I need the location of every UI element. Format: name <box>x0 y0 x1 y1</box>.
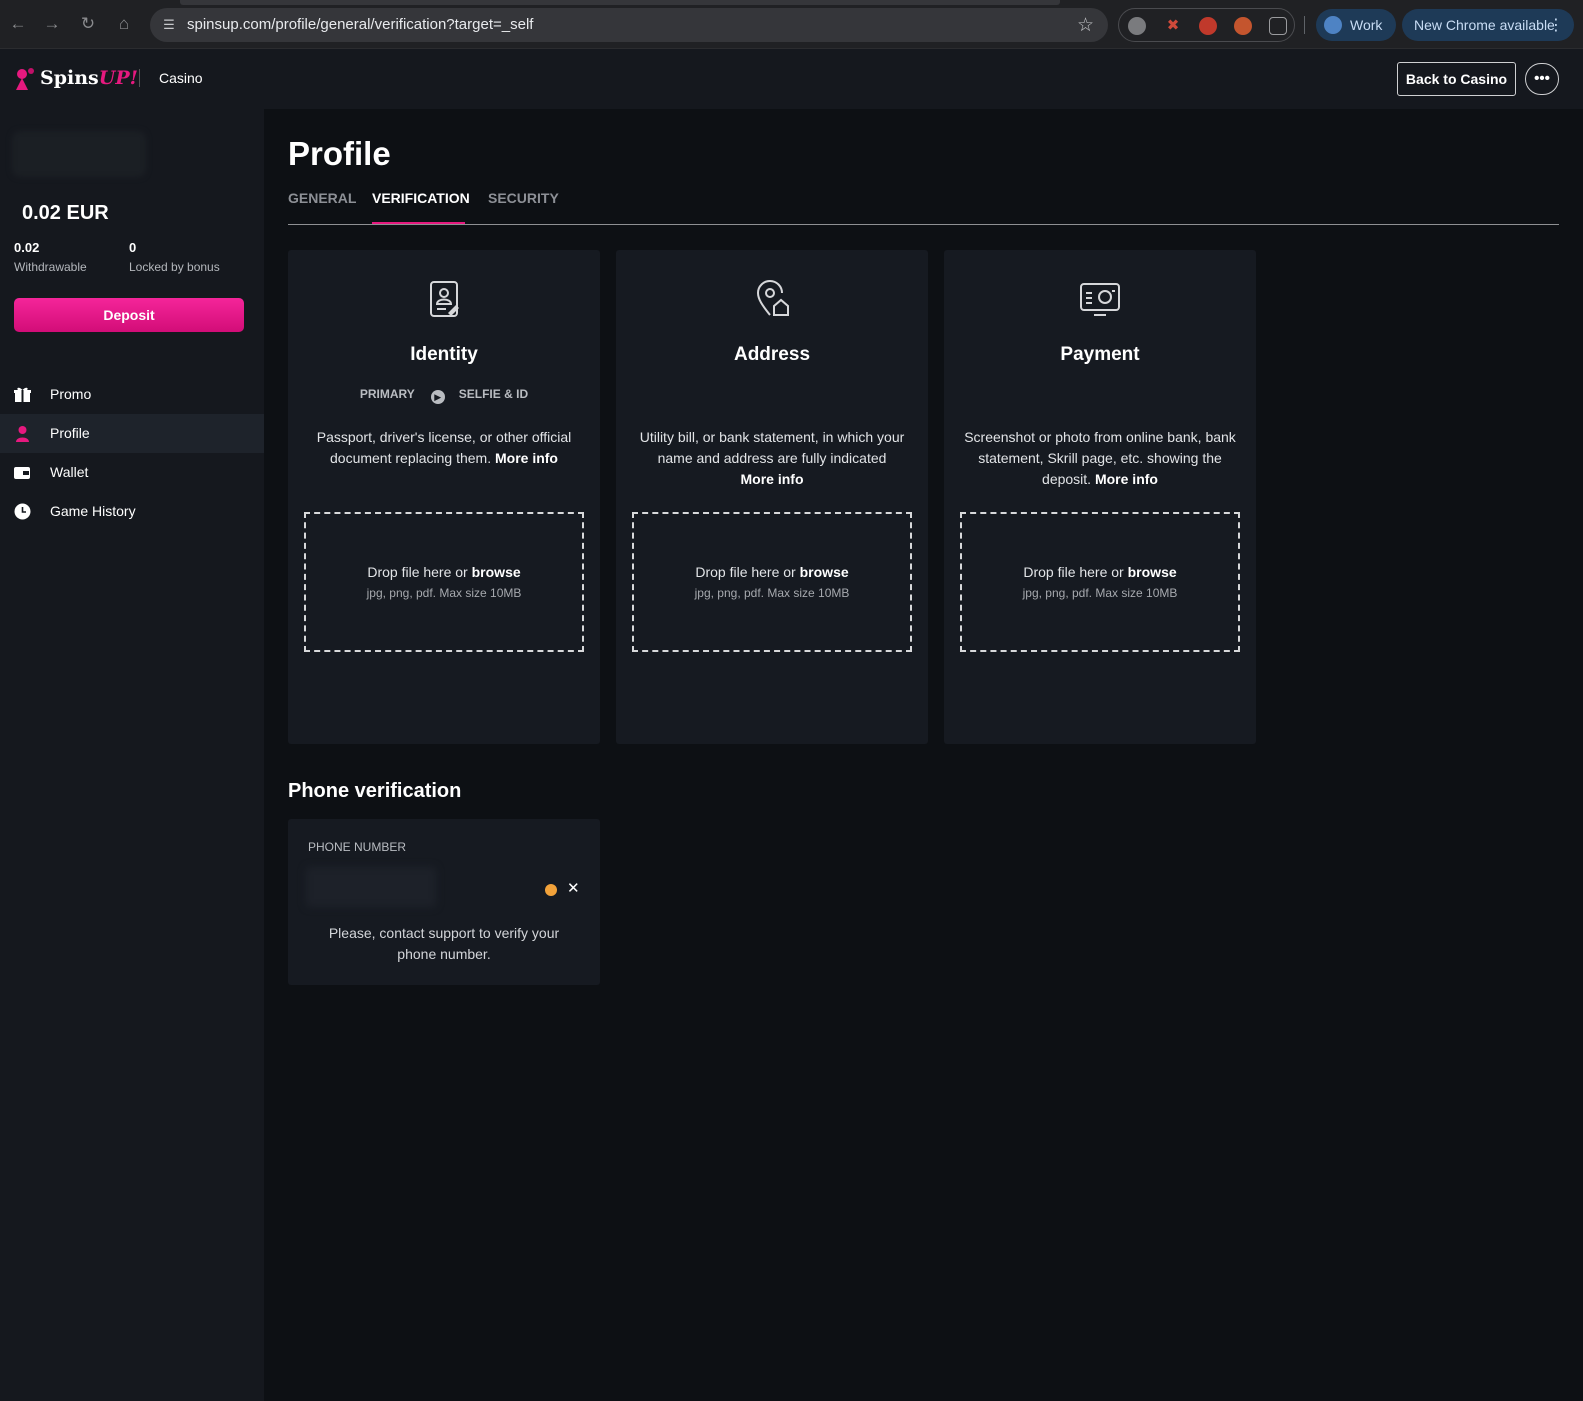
tab-security[interactable]: SECURITY <box>488 190 559 206</box>
site-settings-icon[interactable]: ☰ <box>159 15 179 35</box>
toolbar-separator <box>1304 16 1305 34</box>
extension-1-icon[interactable] <box>1128 17 1146 35</box>
identity-card: Identity PRIMARY ▶ SELFIE & ID Passport, d… <box>288 250 600 744</box>
page-title: Profile <box>288 135 391 172</box>
dropzone-text: Drop file here or browse <box>367 564 521 580</box>
locked-label: Locked by bonus <box>129 260 220 274</box>
dropzone-formats: jpg, png, pdf. Max size 10MB <box>366 586 522 600</box>
arrow-right-icon: ▶ <box>430 390 445 404</box>
locked-block: 0 Locked by bonus <box>129 240 220 274</box>
site-header: SpinsUP! Casino Back to Casino ••• <box>0 49 1583 109</box>
clock-icon <box>14 503 31 520</box>
more-info-link[interactable]: More info <box>741 471 804 487</box>
user-icon <box>16 426 29 442</box>
locked-value: 0 <box>129 240 137 255</box>
tabs-divider <box>288 224 1559 225</box>
payment-screen-icon <box>1080 283 1120 316</box>
deposit-button[interactable]: Deposit <box>14 298 244 332</box>
card-description: Passport, driver's license, or other off… <box>316 429 572 466</box>
phone-number-label: PHONE NUMBER <box>308 840 407 854</box>
tab-general[interactable]: GENERAL <box>288 190 356 206</box>
browse-link[interactable]: browse <box>800 564 849 580</box>
balance-total: 0.02 EUR <box>22 202 109 224</box>
sidebar-item-label: Wallet <box>50 464 89 480</box>
extensions-bar: ✖ <box>1118 8 1295 42</box>
back-icon[interactable]: ← <box>8 14 28 34</box>
identity-file-dropzone[interactable]: Drop file here or browse jpg, png, pdf. … <box>304 512 584 652</box>
pending-clock-icon <box>545 884 557 896</box>
location-home-icon <box>756 280 789 316</box>
withdrawable-label: Withdrawable <box>14 260 87 274</box>
avatar <box>1324 16 1342 34</box>
payment-file-dropzone[interactable]: Drop file here or browse jpg, png, pdf. … <box>960 512 1240 652</box>
close-icon[interactable]: ✕ <box>567 879 580 897</box>
extensions-icon[interactable] <box>1269 17 1287 35</box>
profile-name: Work <box>1350 17 1383 33</box>
sidebar: 0.02 EUR 0.02 Withdrawable 0 Locked by b… <box>0 109 264 1401</box>
sidebar-item-promo[interactable]: Promo <box>0 375 264 414</box>
back-to-casino-button[interactable]: Back to Casino <box>1397 62 1516 96</box>
casino-link[interactable]: Casino <box>159 70 203 86</box>
header-divider <box>139 69 140 87</box>
sidebar-item-label: Game History <box>50 503 136 519</box>
bookmark-star-icon[interactable]: ☆ <box>1077 14 1094 37</box>
browse-link[interactable]: browse <box>472 564 521 580</box>
identity-steps: PRIMARY ▶ SELFIE & ID <box>288 387 600 404</box>
sidebar-item-wallet[interactable]: Wallet <box>0 453 264 492</box>
phone-verification-card: PHONE NUMBER ✕ Please, contact support t… <box>288 819 600 985</box>
address-bar[interactable]: ☰ spinsup.com/profile/general/verificati… <box>150 8 1108 42</box>
more-info-link[interactable]: More info <box>495 450 558 466</box>
step-selfie-id: SELFIE & ID <box>458 387 529 401</box>
phone-verification-title: Phone verification <box>288 780 462 802</box>
dropzone-formats: jpg, png, pdf. Max size 10MB <box>694 586 850 600</box>
tab-strip-remnant <box>180 0 1060 5</box>
tab-verification[interactable]: VERIFICATION <box>372 190 470 206</box>
step-primary: PRIMARY <box>359 387 415 401</box>
brand-logo[interactable]: SpinsUP! <box>12 63 138 93</box>
sidebar-item-profile[interactable]: Profile <box>0 414 264 453</box>
address-card: Address Utility bill, or bank statement,… <box>616 250 928 744</box>
withdrawable-value: 0.02 <box>14 240 40 255</box>
more-options-button[interactable]: ••• <box>1525 63 1559 95</box>
phone-number-redacted <box>306 867 436 907</box>
extension-3-icon[interactable] <box>1199 17 1217 35</box>
gift-icon <box>14 387 31 402</box>
update-label: New Chrome available <box>1414 17 1555 33</box>
brand-wordmark: SpinsUP! <box>40 67 138 89</box>
id-card-icon <box>430 281 459 317</box>
kebab-menu-icon[interactable]: ⋮ <box>1548 15 1564 35</box>
card-title: Identity <box>410 344 478 365</box>
home-icon[interactable]: ⌂ <box>114 14 134 34</box>
wallet-icon <box>14 467 30 479</box>
phone-verification-message: Please, contact support to verify your p… <box>328 925 560 962</box>
brand-mascot-icon <box>16 68 34 90</box>
url-text[interactable]: spinsup.com/profile/general/verification… <box>187 16 533 33</box>
extension-2-icon[interactable]: ✖ <box>1164 17 1182 35</box>
dropzone-text: Drop file here or browse <box>1023 564 1177 580</box>
forward-icon[interactable]: → <box>42 14 62 34</box>
card-description: Utility bill, or bank statement, in whic… <box>639 429 905 487</box>
chrome-update-button[interactable]: New Chrome available ⋮ <box>1402 9 1574 41</box>
reload-icon[interactable]: ↻ <box>78 14 98 34</box>
sidebar-item-label: Profile <box>50 425 90 441</box>
card-title: Address <box>733 344 811 365</box>
card-description: Screenshot or photo from online bank, ba… <box>964 429 1236 487</box>
sidebar-item-game-history[interactable]: Game History <box>0 492 264 531</box>
more-info-link[interactable]: More info <box>1095 471 1158 487</box>
browse-link[interactable]: browse <box>1128 564 1177 580</box>
browser-toolbar: ← → ↻ ⌂ ☰ spinsup.com/profile/general/ve… <box>0 0 1583 49</box>
sidebar-item-label: Promo <box>50 386 92 402</box>
card-title: Payment <box>1060 344 1140 365</box>
dropzone-formats: jpg, png, pdf. Max size 10MB <box>1022 586 1178 600</box>
address-file-dropzone[interactable]: Drop file here or browse jpg, png, pdf. … <box>632 512 912 652</box>
dropzone-text: Drop file here or browse <box>695 564 849 580</box>
withdrawable-block: 0.02 Withdrawable <box>14 240 87 274</box>
username-redacted <box>12 131 146 177</box>
extension-4-icon[interactable] <box>1234 17 1252 35</box>
payment-card: Payment Screenshot or photo from online … <box>944 250 1256 744</box>
chrome-profile-button[interactable]: Work <box>1316 9 1396 41</box>
